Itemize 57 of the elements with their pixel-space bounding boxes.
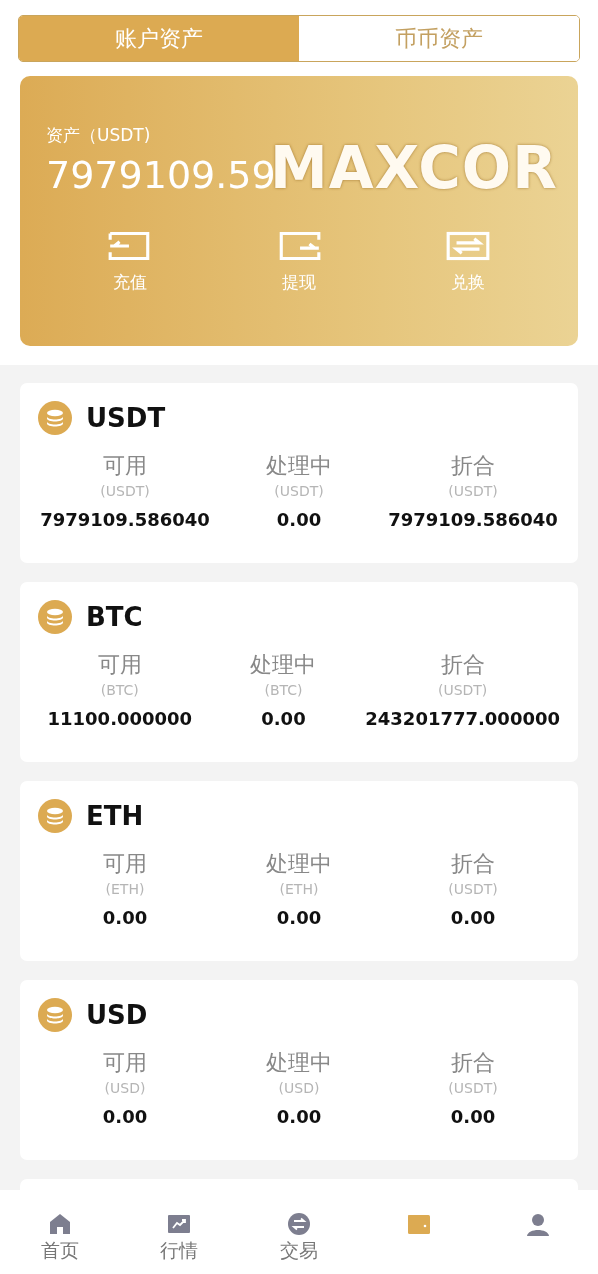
nav-tab[interactable]: 行情 <box>119 1190 240 1274</box>
column-value: 0.00 <box>102 907 148 928</box>
column-label: 可用 <box>103 452 147 480</box>
column-value: 11100.000000 <box>47 708 193 729</box>
asset-name: USDT <box>86 403 166 433</box>
wallet-icon <box>406 1212 431 1236</box>
coin-stack-icon <box>38 401 72 435</box>
column-unit: (USDT) <box>448 1080 498 1096</box>
column-label: 折合 <box>451 850 495 878</box>
asset-name: BTC <box>86 602 143 632</box>
coin-stack-icon <box>38 600 72 634</box>
column-label: 处理中 <box>250 651 317 679</box>
column-unit: (USD) <box>278 1080 320 1096</box>
home-icon <box>47 1212 72 1236</box>
column-value: 0.00 <box>261 708 306 729</box>
tab[interactable]: 账户资产 <box>19 16 299 61</box>
column-value: 0.00 <box>450 1106 496 1127</box>
column-unit: (BTC) <box>264 682 303 698</box>
nav-tab[interactable]: 交易 <box>239 1190 359 1274</box>
column-unit: (USDT) <box>274 483 324 499</box>
column-value: 243201777.000000 <box>365 708 560 729</box>
column-unit: (USDT) <box>437 682 488 698</box>
coin-stack-icon <box>38 998 72 1032</box>
column-label: 处理中 <box>266 850 332 878</box>
deposit-button[interactable]: 充值 <box>46 229 215 294</box>
column-value: 7979109.586040 <box>388 509 558 530</box>
nav-tab[interactable]: 首页 <box>0 1190 120 1274</box>
balance-label: 资产（USDT) <box>46 124 152 147</box>
chart-icon <box>167 1212 192 1236</box>
column-label: 可用 <box>103 1049 147 1077</box>
asset-name: USD <box>86 1000 148 1030</box>
exchange-button[interactable]: 兑换 <box>383 229 552 294</box>
column-unit: (ETH) <box>279 881 319 897</box>
column-value: 0.00 <box>102 1106 148 1127</box>
column-label: 折合 <box>451 1049 495 1077</box>
column-value: 7979109.586040 <box>40 509 210 530</box>
column-value: 0.00 <box>276 907 322 928</box>
column-value: 0.00 <box>450 907 496 928</box>
swap-icon <box>287 1212 311 1236</box>
column-value: 0.00 <box>276 1106 322 1127</box>
column-unit: (USD) <box>104 1080 146 1096</box>
column-label: 折合 <box>451 452 495 480</box>
column-unit: (USDT) <box>100 483 150 499</box>
column-label: 折合 <box>440 651 485 679</box>
column-label: 可用 <box>97 651 142 679</box>
column-label: 处理中 <box>266 452 332 480</box>
column-unit: (USDT) <box>448 483 498 499</box>
asset-name: ETH <box>86 801 144 831</box>
withdraw-button[interactable]: 提现 <box>214 229 384 294</box>
column-unit: (BTC) <box>100 682 139 698</box>
column-unit: (ETH) <box>105 881 145 897</box>
column-label: 可用 <box>103 850 147 878</box>
column-value: 0.00 <box>276 509 322 530</box>
coin-stack-icon <box>38 799 72 833</box>
user-icon <box>526 1212 551 1236</box>
column-unit: (USDT) <box>448 881 498 897</box>
column-label: 处理中 <box>266 1049 332 1077</box>
